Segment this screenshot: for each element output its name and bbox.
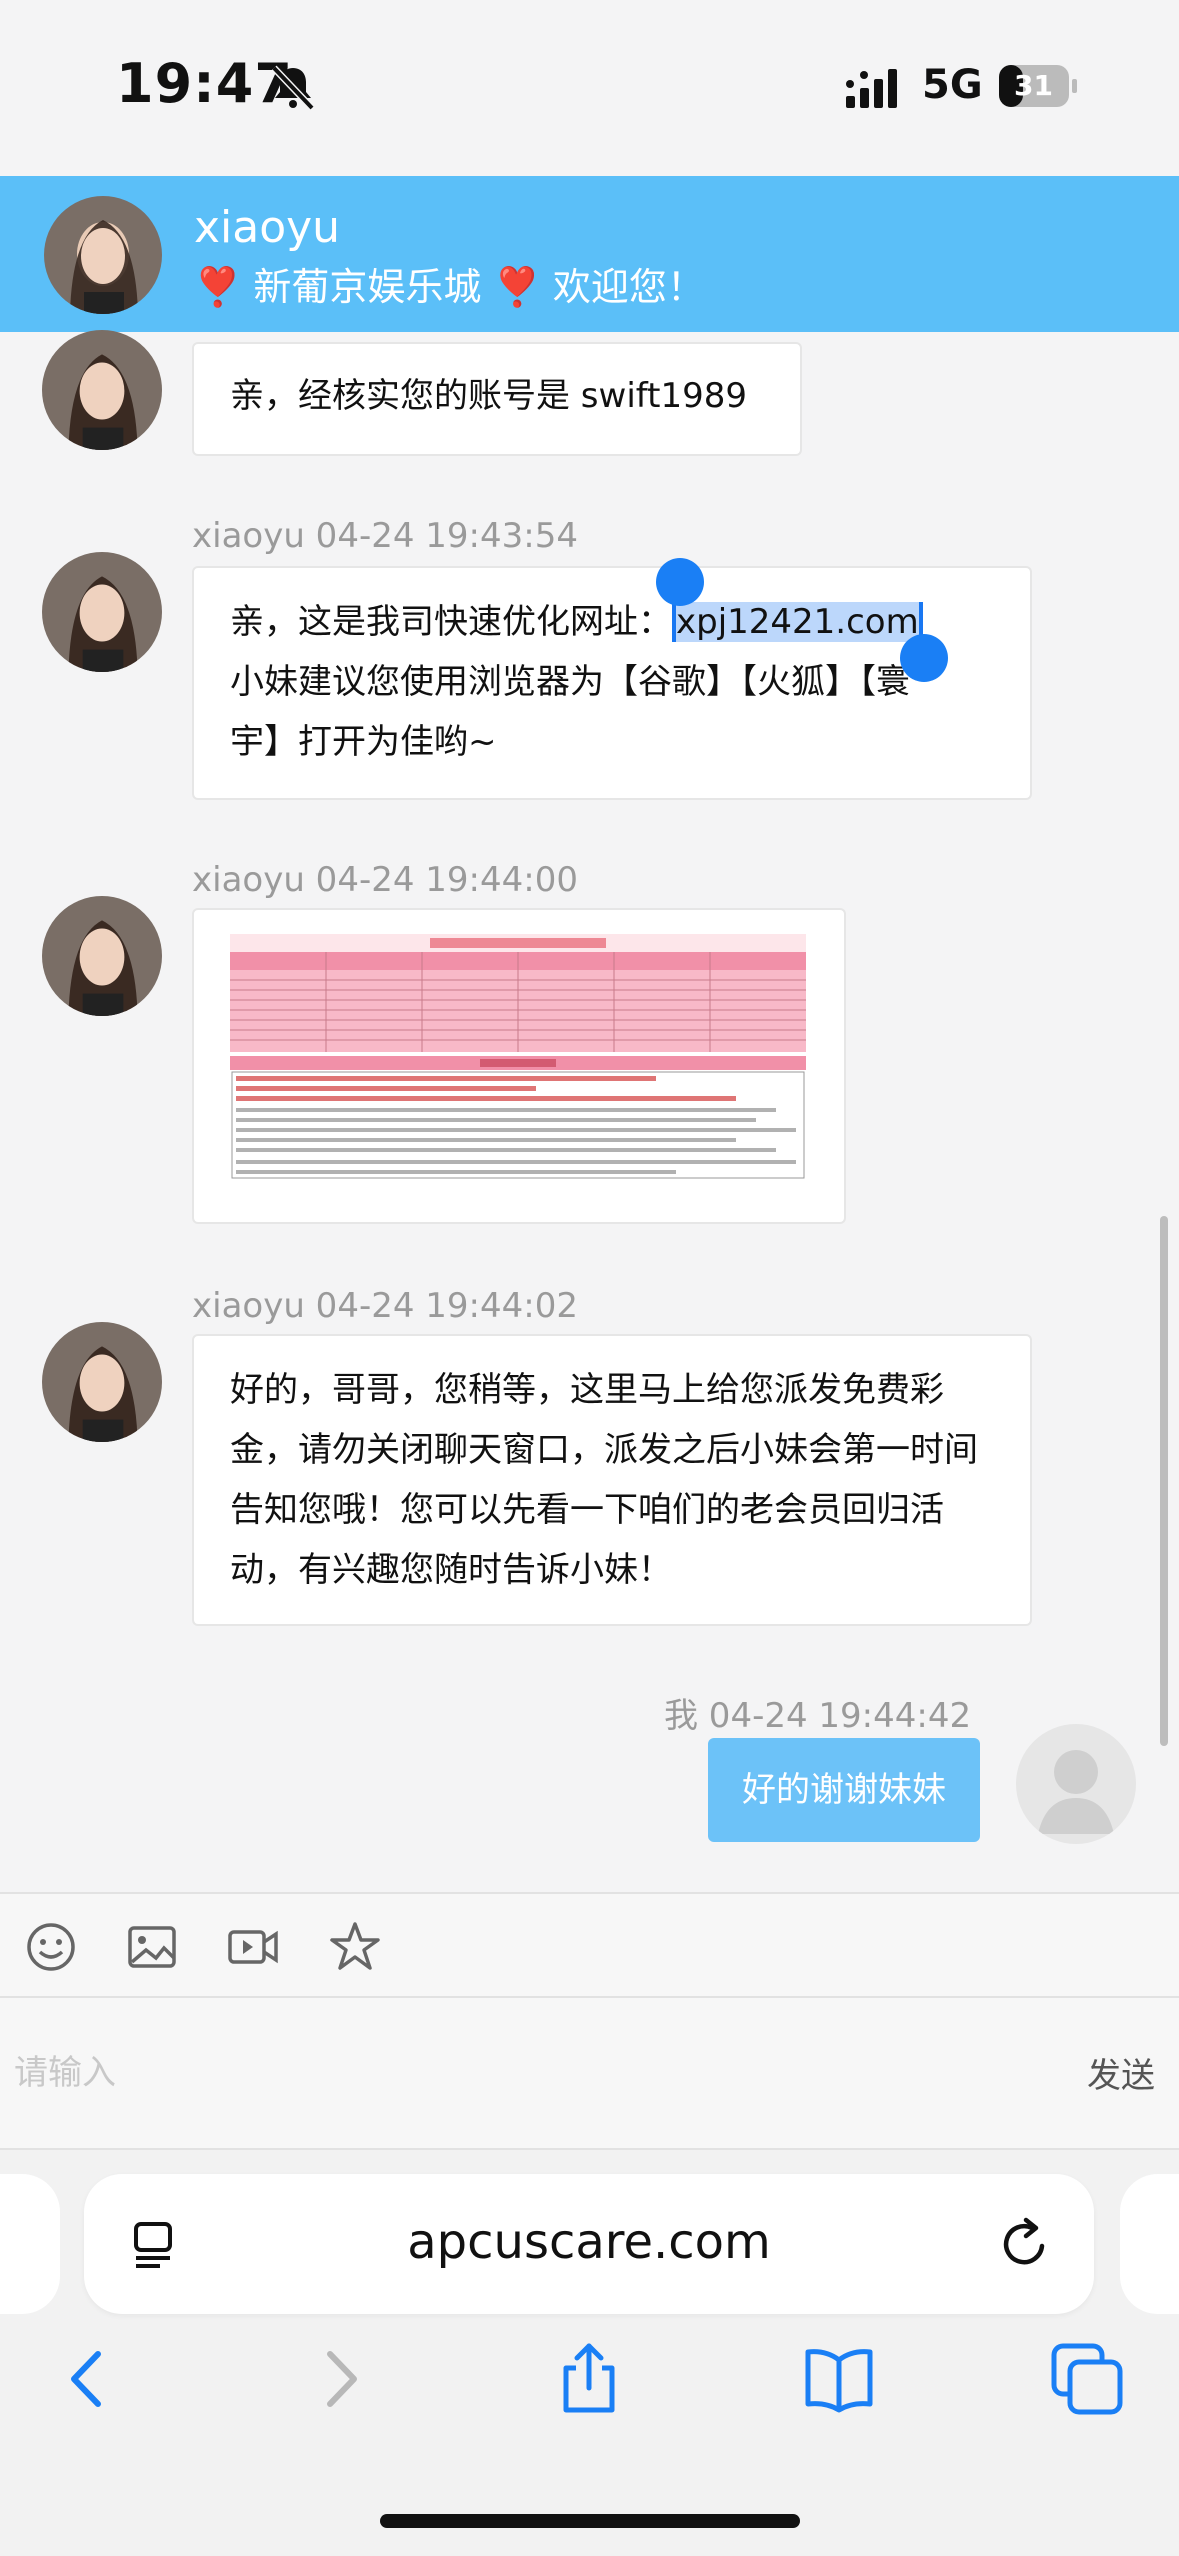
share-icon[interactable] — [552, 2342, 626, 2416]
image-bubble[interactable] — [192, 908, 846, 1224]
star-icon[interactable] — [328, 1920, 382, 1974]
promo-image[interactable] — [230, 934, 806, 1180]
message-text: 宇】打开为佳哟~ — [230, 722, 497, 762]
avatar[interactable] — [42, 1322, 162, 1442]
welcome-text: ❣️ 新葡京娱乐城 ❣️ 欢迎您！ — [194, 265, 705, 309]
next-tab-preview[interactable] — [1120, 2174, 1179, 2314]
contact-name: xiaoyu — [194, 202, 341, 253]
message-meta: 我 04-24 19:44:42 — [664, 1696, 972, 1736]
selection-start-handle[interactable] — [656, 558, 704, 606]
message-text: 小妹建议您使用浏览器为【谷歌】【火狐】【寰 — [230, 662, 910, 702]
battery-level: 31 — [1014, 69, 1053, 102]
message-meta: xiaoyu 04-24 19:44:02 — [192, 1286, 578, 1326]
battery-icon: 31 — [998, 64, 1078, 108]
message-bubble: 亲，这是我司快速优化网址： xpj12421.com 小妹建议您使用浏览器为【谷歌… — [192, 566, 1032, 800]
message-text: 金，请勿关闭聊天窗口，派发之后小妹会第一时间 — [230, 1430, 978, 1470]
self-message-bubble: 好的谢谢妹妹 — [708, 1738, 980, 1842]
message-text: 好的，哥哥，您稍等，这里马上给您派发免费彩 — [230, 1370, 944, 1410]
input-row: 发送 — [0, 1998, 1179, 2150]
scrollbar[interactable] — [1160, 1216, 1168, 1746]
back-icon[interactable] — [52, 2342, 126, 2416]
message-meta: xiaoyu 04-24 19:43:54 — [192, 516, 578, 556]
message-text: 亲，经核实您的账号是 swift1989 — [230, 376, 748, 416]
tabs-icon[interactable] — [1050, 2342, 1124, 2416]
home-indicator — [380, 2514, 800, 2528]
message-text: 告知您哦！您可以先看一下咱们的老会员回归活 — [230, 1490, 944, 1530]
avatar[interactable] — [42, 552, 162, 672]
message-meta: xiaoyu 04-24 19:44:00 — [192, 860, 578, 900]
bell-slash-icon — [271, 65, 315, 111]
status-bar: 19:47 5G 31 — [0, 0, 1179, 176]
video-icon[interactable] — [226, 1920, 280, 1974]
previous-tab-preview[interactable] — [0, 2174, 60, 2314]
forward-icon[interactable] — [302, 2342, 376, 2416]
network-label: 5G — [922, 62, 983, 108]
avatar[interactable] — [42, 330, 162, 450]
message-bubble: 亲，经核实您的账号是 swift1989 — [192, 342, 802, 456]
reload-icon[interactable] — [996, 2214, 1054, 2272]
message-bubble: 好的，哥哥，您稍等，这里马上给您派发免费彩 金，请勿关闭聊天窗口，派发之后小妹会… — [192, 1334, 1032, 1626]
bookmarks-icon[interactable] — [802, 2342, 876, 2416]
self-avatar[interactable] — [1016, 1724, 1136, 1844]
address-bar[interactable]: apcuscare.com — [84, 2174, 1094, 2314]
chat-header: xiaoyu ❣️ 新葡京娱乐城 ❣️ 欢迎您！ — [0, 176, 1179, 332]
message-input[interactable] — [14, 2038, 1014, 2108]
selection-end-handle[interactable] — [900, 634, 948, 682]
url-text: apcuscare.com — [407, 2214, 771, 2270]
avatar[interactable] — [42, 896, 162, 1016]
input-toolbar — [0, 1892, 1179, 1998]
selected-link[interactable]: xpj12421.com — [672, 602, 923, 642]
avatar[interactable] — [44, 196, 162, 314]
message-text: 动，有兴趣您随时告诉小妹！ — [230, 1550, 672, 1590]
image-icon[interactable] — [126, 1920, 180, 1974]
status-time: 19:47 — [116, 52, 293, 115]
emoji-icon[interactable] — [24, 1920, 78, 1974]
signal-icon — [846, 69, 897, 108]
send-button[interactable]: 发送 — [1087, 2048, 1155, 2097]
message-text: 亲，这是我司快速优化网址： — [230, 602, 672, 642]
